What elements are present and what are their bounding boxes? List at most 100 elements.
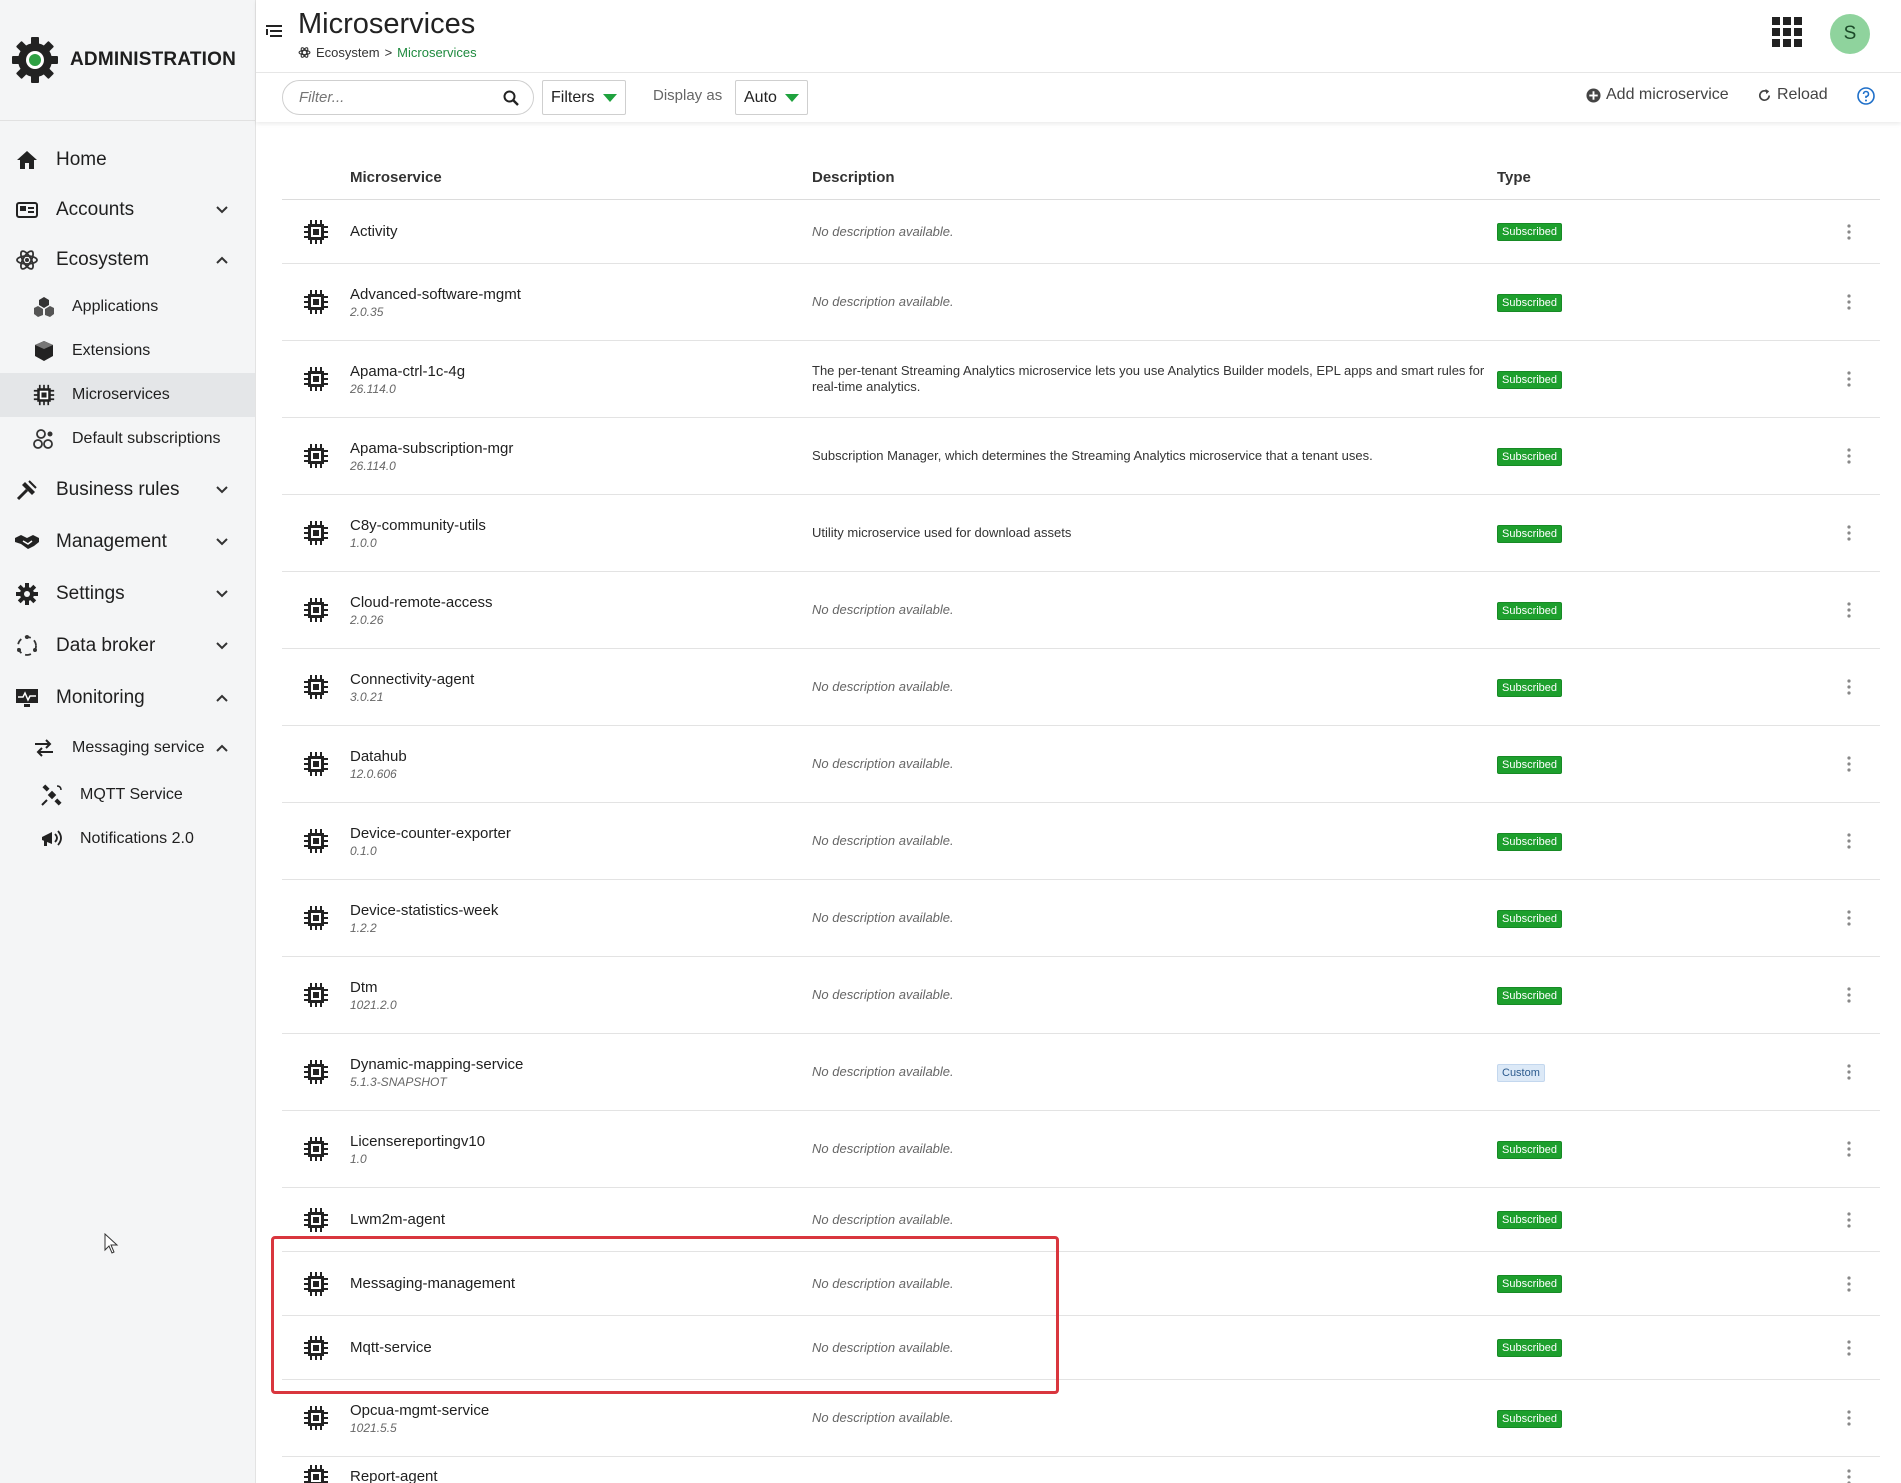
row-actions-kebab-icon[interactable]: [1817, 223, 1880, 240]
row-actions-kebab-icon[interactable]: [1817, 756, 1880, 772]
table-row[interactable]: Apama-subscription-mgr 26.114.0 Subscripti…: [282, 418, 1880, 495]
microservice-name[interactable]: Datahub: [350, 748, 812, 765]
microservice-name[interactable]: Connectivity-agent: [350, 671, 812, 688]
help-icon[interactable]: [1857, 87, 1875, 105]
reload-button[interactable]: Reload: [1757, 86, 1828, 104]
type-cell: Subscribed: [1497, 755, 1817, 774]
microservice-name[interactable]: Dynamic-mapping-service: [350, 1056, 812, 1073]
filter-input[interactable]: [299, 89, 489, 106]
column-header-name[interactable]: Microservice: [350, 169, 812, 186]
nav-item-accounts[interactable]: Accounts: [0, 185, 255, 235]
nav-item-settings[interactable]: Settings: [0, 568, 255, 619]
row-actions-kebab-icon[interactable]: [1817, 602, 1880, 618]
row-actions-kebab-icon[interactable]: [1817, 525, 1880, 541]
type-cell: Subscribed: [1497, 370, 1817, 389]
microservice-name[interactable]: Messaging-management: [350, 1275, 812, 1292]
row-actions-kebab-icon[interactable]: [1817, 1141, 1880, 1157]
nav-item-data-broker[interactable]: Data broker: [0, 619, 255, 672]
nav-item-business-rules[interactable]: Business rules: [0, 465, 255, 515]
table-header: Microservice Description Type: [282, 156, 1880, 200]
reload-icon: [1758, 88, 1771, 101]
mouse-pointer-icon: [104, 1233, 119, 1254]
type-badge: Subscribed: [1497, 1339, 1563, 1357]
microservice-name[interactable]: Mqtt-service: [350, 1339, 812, 1356]
microservice-name[interactable]: Advanced-software-mgmt: [350, 286, 812, 303]
row-actions-kebab-icon[interactable]: [1817, 294, 1880, 310]
row-actions-kebab-icon[interactable]: [1817, 1275, 1880, 1292]
microservice-name[interactable]: Dtm: [350, 979, 812, 996]
sidebar-item-extensions[interactable]: Extensions: [0, 329, 255, 373]
microservice-description: No description available.: [812, 223, 954, 239]
row-actions-kebab-icon[interactable]: [1817, 679, 1880, 695]
row-actions-kebab-icon[interactable]: [1817, 910, 1880, 926]
sidebar-toggle-icon[interactable]: [266, 24, 284, 40]
microservice-name[interactable]: Activity: [350, 223, 812, 240]
microservice-name[interactable]: Licensereportingv10: [350, 1133, 812, 1150]
microservice-name-cell: Apama-subscription-mgr 26.114.0: [350, 440, 812, 473]
microservice-version: 3.0.21: [350, 689, 384, 704]
sidebar-item-microservices[interactable]: Microservices: [0, 373, 255, 417]
table-row[interactable]: Datahub 12.0.606 No description available.…: [282, 726, 1880, 803]
table-row[interactable]: Connectivity-agent 3.0.21 No description a…: [282, 649, 1880, 726]
row-actions-kebab-icon[interactable]: [1817, 833, 1880, 849]
row-actions-kebab-icon[interactable]: [1817, 371, 1880, 387]
row-actions-kebab-icon[interactable]: [1817, 1468, 1880, 1483]
microservice-name[interactable]: Apama-ctrl-1c-4g: [350, 363, 812, 380]
sidebar-item-mqtt-service[interactable]: MQTT Service: [0, 773, 255, 817]
table-row[interactable]: Dynamic-mapping-service 5.1.3-SNAPSHOT No …: [282, 1034, 1880, 1111]
breadcrumb-current[interactable]: Microservices: [397, 45, 476, 60]
nav-label-settings: Settings: [56, 582, 125, 604]
table-row[interactable]: Lwm2m-agent No description available. Subs…: [282, 1188, 1880, 1252]
table-row[interactable]: Dtm 1021.2.0 No description available. Subs…: [282, 957, 1880, 1034]
display-as-dropdown[interactable]: Auto: [735, 80, 808, 115]
microservice-name-cell: Dynamic-mapping-service 5.1.3-SNAPSHOT: [350, 1056, 812, 1089]
sidebar-item-messaging-service[interactable]: Messaging service: [0, 723, 255, 773]
table-body: Activity No description available. Subscri…: [282, 200, 1880, 1483]
microservice-name[interactable]: Apama-subscription-mgr: [350, 440, 812, 457]
table-row[interactable]: Device-counter-exporter 0.1.0 No descripti…: [282, 803, 1880, 880]
nav-item-management[interactable]: Management: [0, 515, 255, 568]
column-header-type[interactable]: Type: [1497, 169, 1817, 186]
add-microservice-label: Add microservice: [1606, 86, 1729, 103]
sidebar-item-default-subscriptions[interactable]: Default subscriptions: [0, 417, 255, 461]
breadcrumb-parent[interactable]: Ecosystem: [316, 45, 380, 60]
table-row[interactable]: Apama-ctrl-1c-4g 26.114.0 The per-tenant S…: [282, 341, 1880, 418]
table-row[interactable]: Messaging-management No description avail…: [282, 1252, 1880, 1316]
row-actions-kebab-icon[interactable]: [1817, 448, 1880, 464]
filters-dropdown[interactable]: Filters: [542, 80, 626, 115]
row-actions-kebab-icon[interactable]: [1817, 1064, 1880, 1080]
app-switcher-grid-icon[interactable]: [1772, 17, 1802, 47]
microservice-name[interactable]: Opcua-mgmt-service: [350, 1402, 812, 1419]
microservice-name[interactable]: Lwm2m-agent: [350, 1211, 812, 1228]
row-actions-kebab-icon[interactable]: [1817, 1410, 1880, 1426]
add-microservice-button[interactable]: Add microservice: [1586, 86, 1729, 104]
table-row[interactable]: Opcua-mgmt-service 1021.5.5 No description…: [282, 1380, 1880, 1457]
nav-item-home[interactable]: Home: [0, 135, 255, 185]
sidebar-item-notifications[interactable]: Notifications 2.0: [0, 817, 255, 861]
table-row[interactable]: Report-agent: [282, 1457, 1880, 1483]
row-actions-kebab-icon[interactable]: [1817, 1211, 1880, 1228]
search-icon[interactable]: [503, 90, 519, 106]
nav-item-ecosystem[interactable]: Ecosystem: [0, 235, 255, 285]
table-row[interactable]: Device-statistics-week 1.2.2 No descriptio…: [282, 880, 1880, 957]
table-row[interactable]: Licensereportingv10 1.0 No description ava…: [282, 1111, 1880, 1188]
user-avatar[interactable]: S: [1830, 14, 1870, 54]
microservice-name[interactable]: Device-statistics-week: [350, 902, 812, 919]
table-row[interactable]: Mqtt-service No description available. Sub…: [282, 1316, 1880, 1380]
microservice-name[interactable]: Device-counter-exporter: [350, 825, 812, 842]
microservice-name[interactable]: Report-agent: [350, 1468, 812, 1483]
table-row[interactable]: Advanced-software-mgmt 2.0.35 No descripti…: [282, 264, 1880, 341]
row-actions-kebab-icon[interactable]: [1817, 1339, 1880, 1356]
microservice-name[interactable]: C8y-community-utils: [350, 517, 812, 534]
sidebar-item-applications[interactable]: Applications: [0, 285, 255, 329]
description-cell: No description available.: [812, 1212, 1497, 1228]
row-actions-kebab-icon[interactable]: [1817, 987, 1880, 1003]
brand[interactable]: ADMINISTRATION: [0, 0, 255, 121]
table-row[interactable]: Cloud-remote-access 2.0.26 No description …: [282, 572, 1880, 649]
nav-item-monitoring[interactable]: Monitoring: [0, 672, 255, 723]
table-row[interactable]: C8y-community-utils 1.0.0 Utility microser…: [282, 495, 1880, 572]
nav-label-accounts: Accounts: [56, 199, 135, 220]
type-badge: Subscribed: [1497, 1140, 1563, 1159]
microservice-name[interactable]: Cloud-remote-access: [350, 594, 812, 611]
table-row[interactable]: Activity No description available. Subscri…: [282, 200, 1880, 264]
